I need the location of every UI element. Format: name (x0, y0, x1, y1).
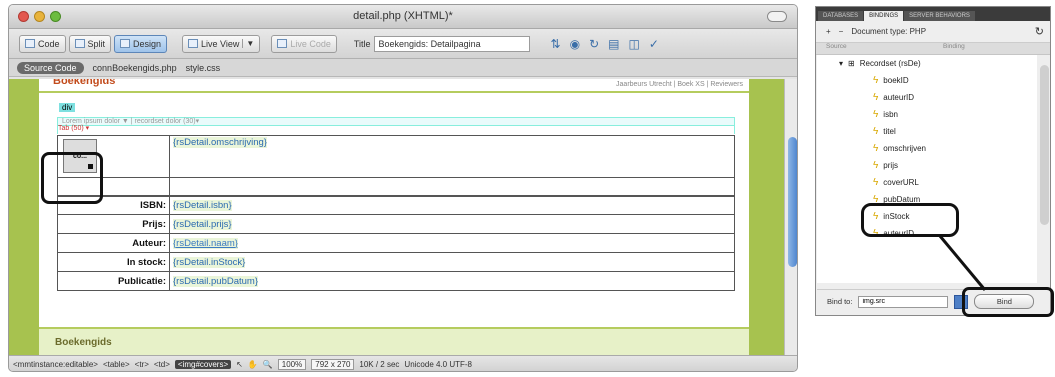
arrow-line (938, 235, 987, 291)
screenshot: detail.php (XHTML)* Code Split Design Li… (0, 0, 1055, 377)
callout-arrow (938, 235, 987, 291)
